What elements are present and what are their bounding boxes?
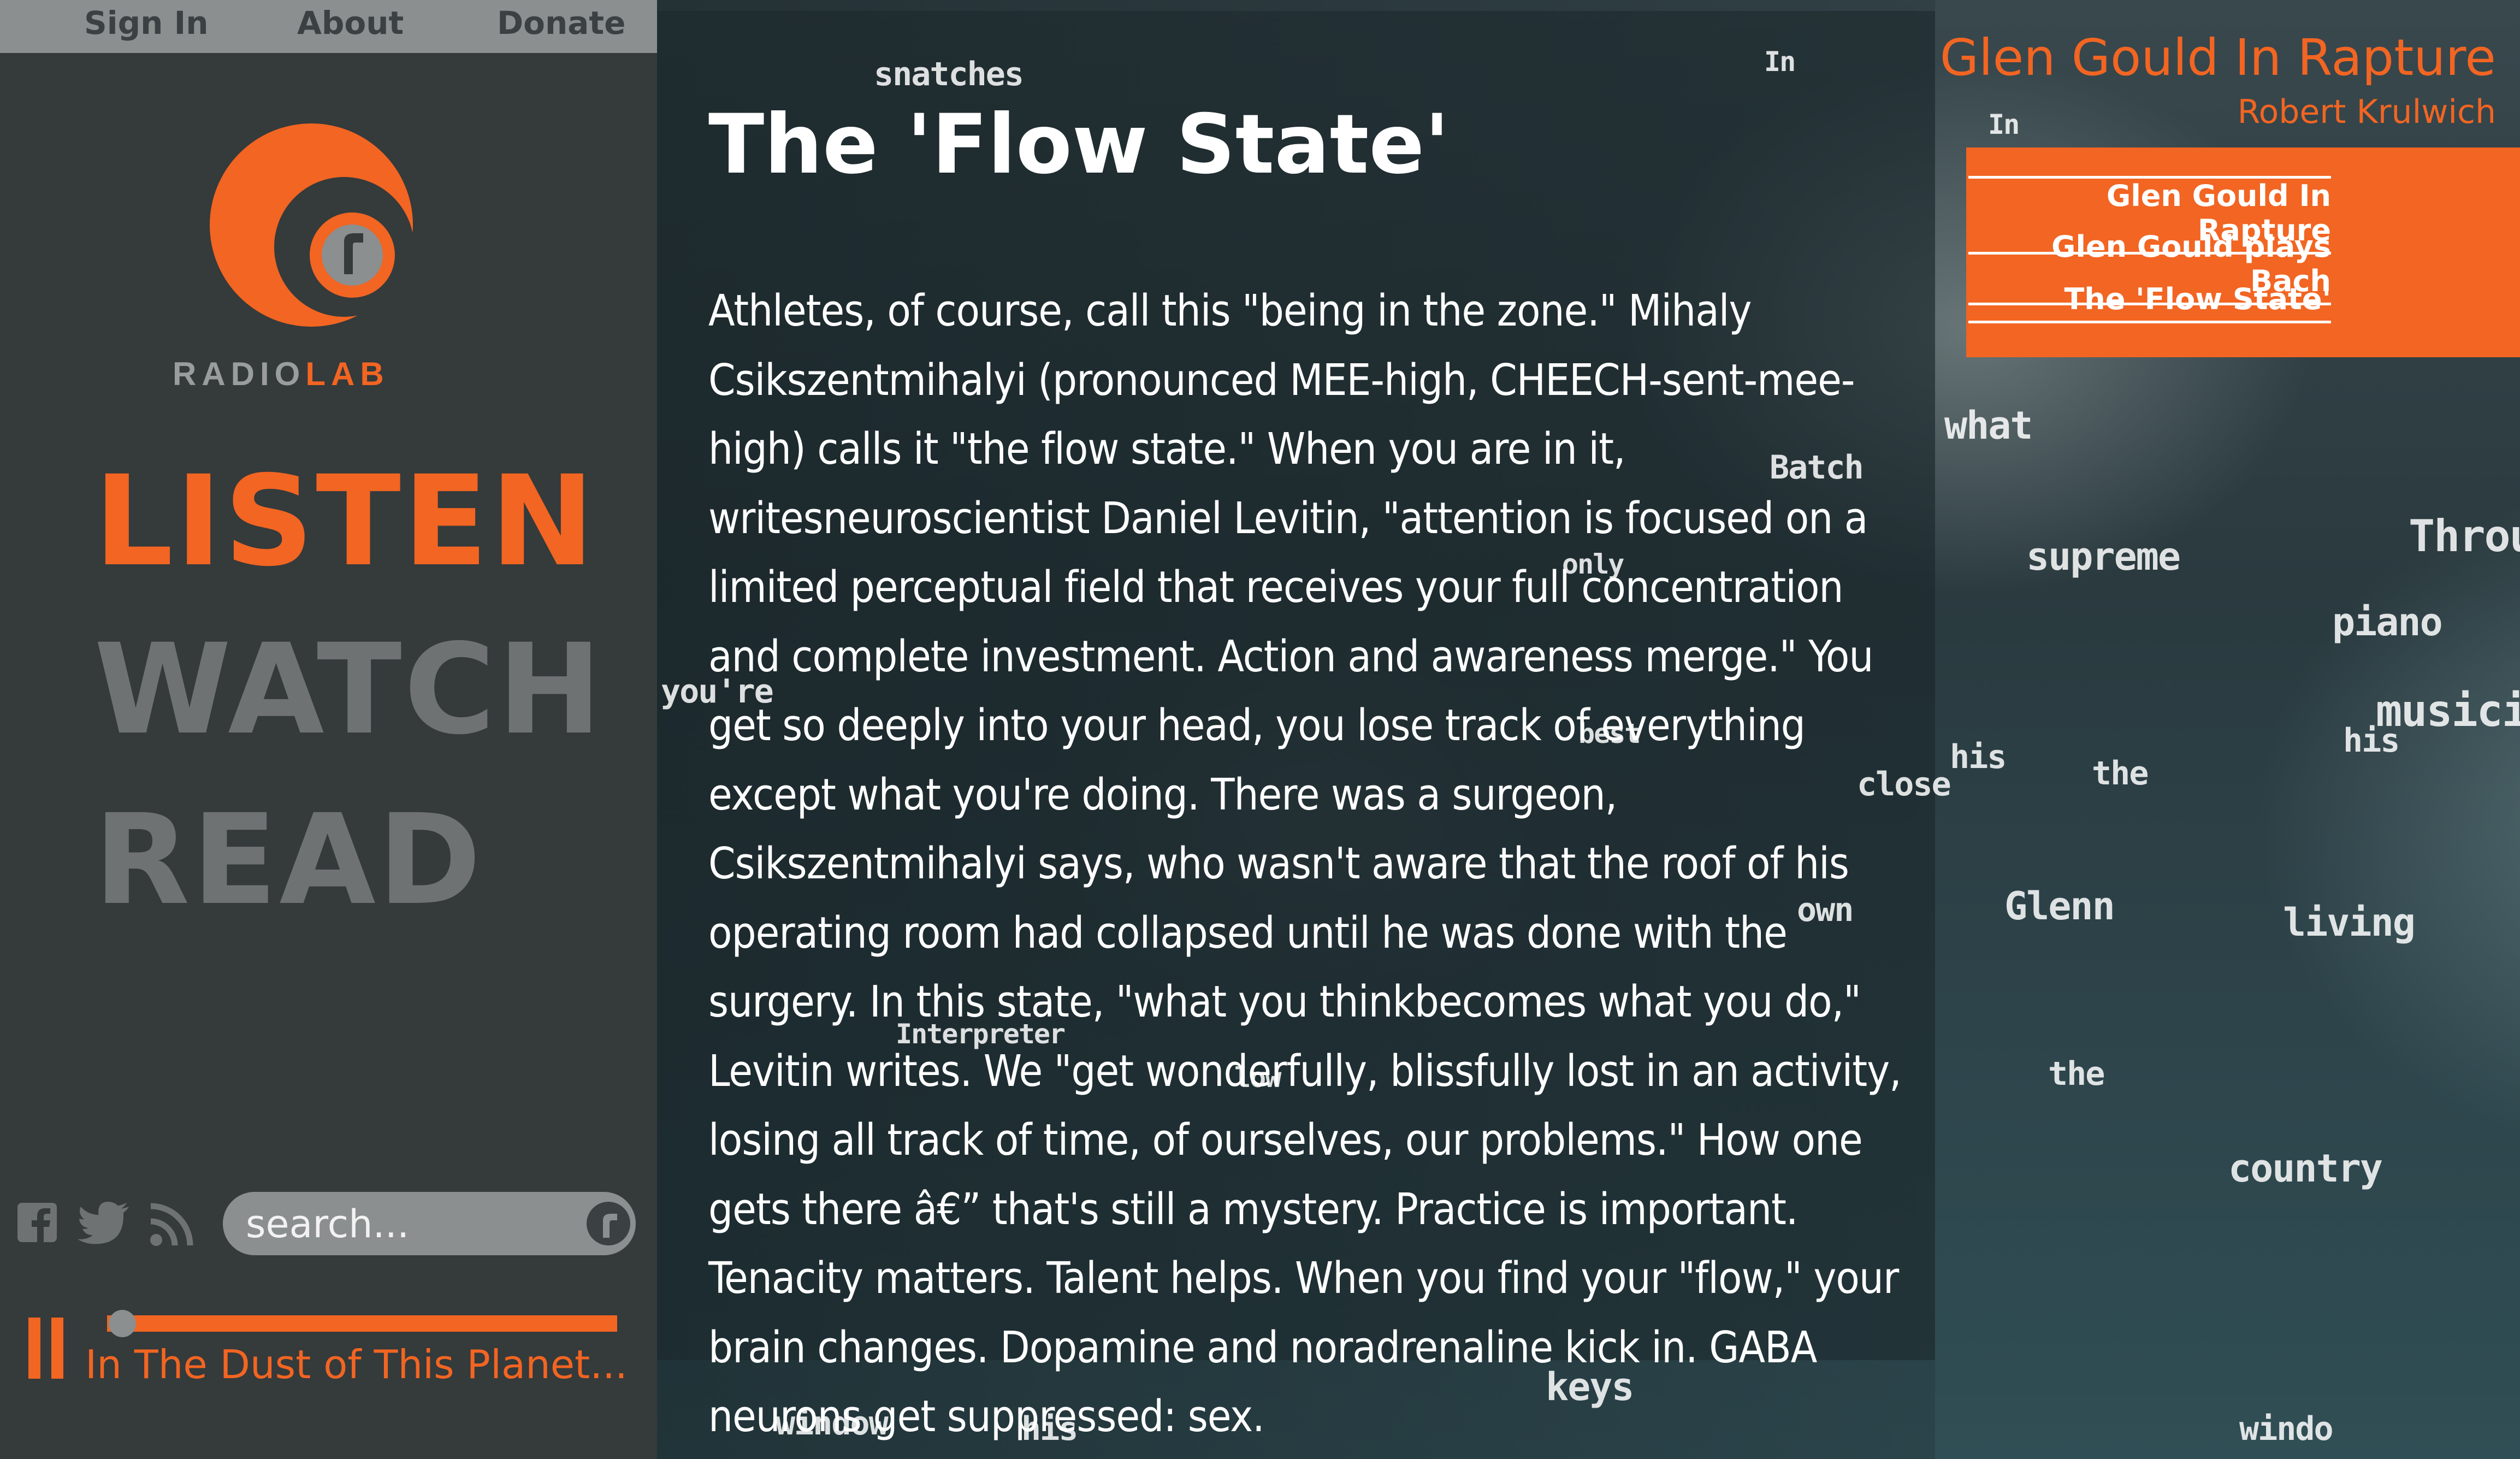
floating-word: In bbox=[1764, 46, 1796, 78]
toc-item[interactable]: The 'Flow State' bbox=[1968, 282, 2331, 323]
search-box[interactable] bbox=[223, 1192, 636, 1255]
logo-radio: RADIO bbox=[173, 356, 306, 392]
rss-icon[interactable] bbox=[149, 1202, 194, 1248]
logo-wordmark: RADIOLAB bbox=[173, 355, 389, 393]
menu-read[interactable]: READ bbox=[94, 798, 564, 922]
floating-word: living bbox=[2283, 900, 2416, 945]
floating-word: country bbox=[2228, 1146, 2383, 1191]
radiolab-logo-icon[interactable] bbox=[208, 121, 415, 329]
episode-title[interactable]: Glen Gould In Rapture bbox=[1940, 28, 2496, 87]
floating-word: windo bbox=[2239, 1410, 2334, 1448]
progress-handle[interactable] bbox=[109, 1310, 137, 1337]
article-body: Athletes, of course, call this "being in… bbox=[708, 276, 1910, 1451]
search-input[interactable] bbox=[245, 1200, 564, 1249]
facebook-icon[interactable] bbox=[16, 1202, 58, 1243]
floating-word: supreme bbox=[2026, 534, 2181, 579]
menu-watch[interactable]: WATCH bbox=[94, 627, 602, 752]
search-logo-icon[interactable] bbox=[583, 1198, 634, 1249]
sign-in-link[interactable]: Sign In bbox=[84, 4, 209, 42]
twitter-icon[interactable] bbox=[78, 1202, 130, 1245]
sidebar: Sign In About Donate RADIOLAB LISTEN WAT… bbox=[0, 0, 657, 1459]
floating-word: piano bbox=[2332, 600, 2443, 645]
floating-word: snatches bbox=[874, 55, 1024, 93]
floating-word: Glenn bbox=[2004, 884, 2115, 929]
playback-progress[interactable] bbox=[107, 1315, 617, 1332]
floating-word: his bbox=[1950, 738, 2007, 776]
pause-icon[interactable] bbox=[28, 1318, 74, 1381]
article-title: The 'Flow State' bbox=[708, 97, 1450, 192]
floating-word: Through bbox=[2409, 511, 2520, 562]
now-playing-title[interactable]: In The Dust of This Planet... bbox=[85, 1342, 637, 1387]
table-of-contents: Glen Gould In Rapture Glen Gould plays B… bbox=[1966, 147, 2520, 357]
floating-word: the bbox=[2048, 1055, 2105, 1093]
logo-lab: LAB bbox=[305, 356, 389, 392]
floating-word: musician bbox=[2376, 686, 2520, 736]
floating-word: the bbox=[2092, 754, 2149, 793]
floating-word: his bbox=[2343, 722, 2400, 760]
article-paragraph: Athletes, of course, call this "being in… bbox=[708, 286, 1902, 1442]
top-nav: Sign In About Donate bbox=[0, 0, 657, 53]
floating-word: In bbox=[1988, 109, 2020, 140]
donate-link[interactable]: Donate bbox=[497, 4, 625, 42]
episode-author[interactable]: Robert Krulwich bbox=[2238, 93, 2496, 131]
menu-listen[interactable]: LISTEN bbox=[94, 459, 594, 583]
floating-word: what bbox=[1944, 403, 2033, 448]
about-link[interactable]: About bbox=[297, 4, 404, 42]
